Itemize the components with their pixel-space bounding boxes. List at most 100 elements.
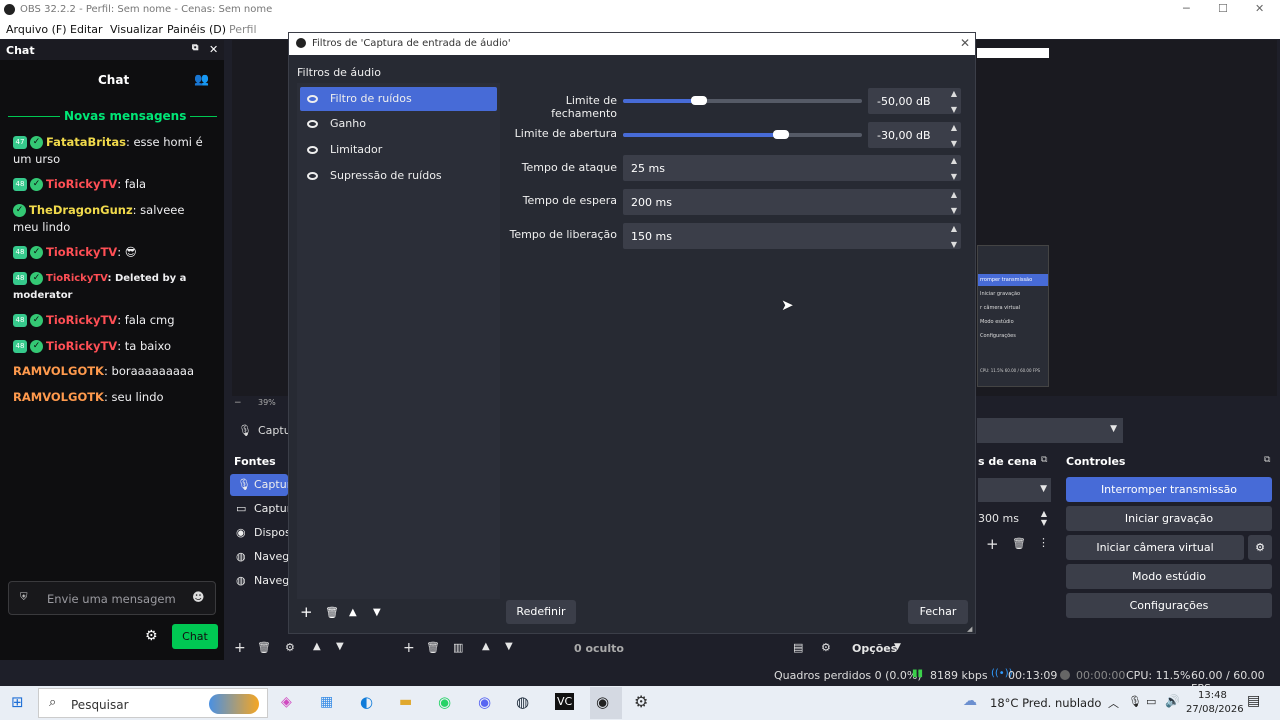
move-down-icon[interactable]: ▼: [505, 641, 513, 652]
filter-item[interactable]: Supressão de ruídos: [300, 164, 497, 188]
users-icon[interactable]: 👥: [194, 72, 209, 86]
eye-icon[interactable]: [307, 95, 318, 103]
move-down-icon[interactable]: ▼: [373, 607, 381, 618]
minimize-icon[interactable]: ─: [1183, 2, 1190, 15]
options-button[interactable]: Opções: [852, 642, 897, 655]
spin-arrows-icon[interactable]: ▲ ▼: [951, 124, 957, 148]
close-threshold-slider[interactable]: [623, 96, 862, 105]
filter-item[interactable]: Limitador: [300, 138, 497, 162]
chat-username[interactable]: RAMVOLGOTK: [13, 364, 104, 378]
chat-username[interactable]: TioRickyTV: [46, 313, 117, 327]
move-up-icon[interactable]: ▲: [482, 641, 490, 652]
gear-icon[interactable]: ⚙: [145, 628, 158, 644]
microphone-icon[interactable]: 🎙: [1128, 695, 1142, 708]
close-icon[interactable]: ✕: [1255, 2, 1264, 15]
store-icon[interactable]: ▦: [320, 694, 333, 710]
tray-chevron-icon[interactable]: ︿: [1108, 695, 1119, 711]
start-recording-button[interactable]: Iniciar gravação: [1066, 506, 1272, 531]
close-button[interactable]: Fechar: [908, 600, 968, 624]
move-up-icon[interactable]: ▲: [313, 641, 321, 652]
resize-grip-icon[interactable]: ◢: [967, 625, 972, 633]
chat-username[interactable]: TioRickyTV: [46, 273, 107, 284]
obs-taskbar-icon[interactable]: ◉: [596, 693, 609, 711]
chat-username[interactable]: TioRickyTV: [46, 245, 117, 259]
filter-item[interactable]: Filtro de ruídos: [300, 87, 497, 111]
eye-icon[interactable]: [307, 172, 318, 180]
filter-item[interactable]: Ganho: [300, 112, 497, 136]
reset-button[interactable]: Redefinir: [506, 600, 576, 624]
trash-icon[interactable]: 🗑: [1012, 537, 1026, 550]
open-threshold-field[interactable]: -30,00 dB ▲ ▼: [868, 122, 961, 148]
virtual-camera-button[interactable]: Iniciar câmera virtual: [1066, 535, 1244, 560]
spin-arrows-icon[interactable]: ▲ ▼: [951, 191, 957, 215]
close-icon[interactable]: ✕: [960, 36, 970, 50]
slider-handle[interactable]: [691, 96, 708, 105]
dock-float-icon[interactable]: ⧉: [1041, 455, 1047, 465]
menu-docks[interactable]: Painéis (D): [167, 23, 226, 36]
eye-icon[interactable]: [307, 120, 318, 128]
notification-icon[interactable]: ▤: [1247, 693, 1260, 709]
clock-date[interactable]: 27/08/2026: [1186, 704, 1244, 715]
dock-float-icon[interactable]: ⧉: [1264, 455, 1270, 465]
chat-username[interactable]: RAMVOLGOTK: [13, 390, 104, 404]
whatsapp-icon[interactable]: ◉: [438, 693, 451, 711]
menu-profile[interactable]: Perfil: [229, 23, 257, 36]
source-item[interactable]: 🎙 Captur: [230, 474, 291, 496]
add-icon[interactable]: +: [403, 640, 415, 656]
trash-icon[interactable]: 🗑: [426, 641, 440, 654]
stop-streaming-button[interactable]: Interromper transmissão: [1066, 477, 1272, 502]
transition-duration[interactable]: 300 ms ▲ ▼: [978, 508, 1051, 530]
volume-icon[interactable]: 🔊: [1165, 694, 1180, 708]
emoji-icon[interactable]: ☻: [192, 590, 205, 604]
network-icon[interactable]: ▭: [1146, 695, 1156, 708]
chat-username[interactable]: FatataBritas: [46, 135, 126, 149]
transition-dropdown[interactable]: ▼: [978, 478, 1051, 502]
filter-icon[interactable]: ▥: [453, 641, 463, 654]
source-item[interactable]: ◉ Disposi: [230, 522, 294, 544]
close-icon[interactable]: ✕: [209, 43, 218, 56]
add-filter-icon[interactable]: +: [300, 603, 313, 621]
more-icon[interactable]: ⋮: [1038, 536, 1049, 549]
source-item[interactable]: ◍ Navega: [230, 570, 296, 592]
settings-button[interactable]: Configurações: [1066, 593, 1272, 618]
gear-icon[interactable]: ⚙: [285, 641, 295, 654]
move-up-icon[interactable]: ▲: [349, 607, 357, 618]
chat-send-button[interactable]: Chat: [172, 624, 218, 649]
add-icon[interactable]: +: [234, 640, 246, 656]
copilot-icon[interactable]: ◈: [281, 694, 292, 710]
mixer-layout-icon[interactable]: ▤: [793, 641, 803, 654]
hold-time-field[interactable]: 200 ms ▲ ▼: [623, 189, 961, 215]
virtual-camera-settings-button[interactable]: ⚙: [1248, 535, 1272, 560]
move-down-icon[interactable]: ▼: [336, 641, 344, 652]
menu-file[interactable]: Arquivo (F): [6, 23, 67, 36]
trash-icon[interactable]: 🗑: [325, 606, 339, 619]
windows-start-icon[interactable]: ⊞: [11, 693, 24, 711]
source-item[interactable]: ◍ Navega: [230, 546, 296, 568]
spin-arrows-icon[interactable]: ▲ ▼: [951, 90, 957, 114]
open-threshold-slider[interactable]: [623, 130, 862, 139]
discord-icon[interactable]: ◉: [478, 693, 491, 711]
chat-username[interactable]: TioRickyTV: [46, 177, 117, 191]
studio-mode-button[interactable]: Modo estúdio: [1066, 564, 1272, 589]
chat-username[interactable]: TioRickyTV: [46, 339, 117, 353]
menu-edit[interactable]: Editar: [70, 23, 103, 36]
attack-time-field[interactable]: 25 ms ▲ ▼: [623, 155, 961, 181]
close-threshold-field[interactable]: -50,00 dB ▲ ▼: [868, 88, 961, 114]
steam-icon[interactable]: ◍: [516, 693, 529, 711]
dock-float-icon[interactable]: ⧉: [192, 43, 198, 53]
settings-gear-icon[interactable]: ⚙: [634, 692, 648, 711]
spin-arrows-icon[interactable]: ▲ ▼: [951, 157, 957, 181]
chat-username[interactable]: TheDragonGunz: [29, 203, 133, 217]
advanced-audio-icon[interactable]: ⚙: [821, 641, 831, 654]
trash-icon[interactable]: 🗑: [257, 641, 271, 654]
slider-handle[interactable]: [772, 130, 789, 139]
edge-icon[interactable]: ◐: [360, 693, 373, 711]
clock-time[interactable]: 13:48: [1198, 690, 1227, 701]
add-icon[interactable]: +: [986, 535, 999, 553]
eye-icon[interactable]: [307, 146, 318, 154]
source-item[interactable]: ▭ Captur: [230, 498, 291, 520]
vc-icon[interactable]: VC: [555, 693, 575, 710]
chat-input[interactable]: ⛨ Envie uma mensagem ☻: [8, 581, 216, 615]
release-time-field[interactable]: 150 ms ▲ ▼: [623, 223, 961, 249]
menu-view[interactable]: Visualizar: [110, 23, 163, 36]
